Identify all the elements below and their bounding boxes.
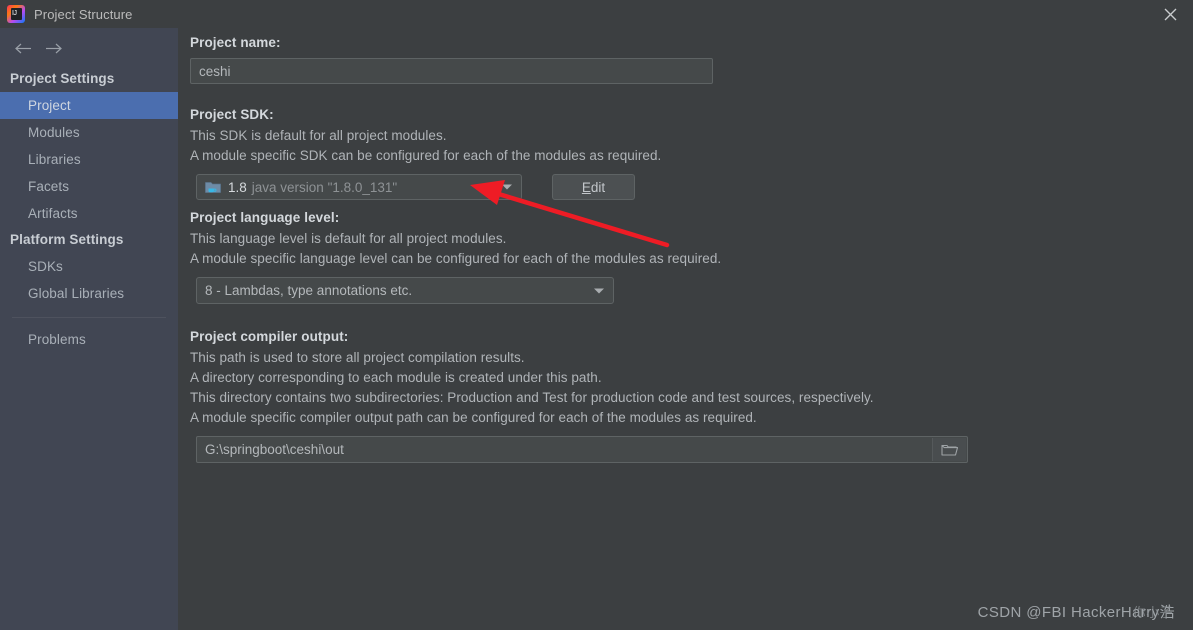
main-content: Project name: ceshi Project SDK: This SD… xyxy=(178,28,1193,630)
project-sdk-version: 1.8 xyxy=(228,179,247,195)
edit-sdk-button[interactable]: Edit xyxy=(552,174,635,200)
csdn-watermark: CSDN @FBI HackerHarry浩 你小子 xyxy=(978,601,1175,622)
sidebar-list: Project Settings Project Modules Librari… xyxy=(0,66,178,353)
project-structure-dialog: Project Structure xyxy=(0,0,1193,630)
sidebar-nav-arrows xyxy=(0,34,178,62)
intellij-idea-icon xyxy=(7,5,25,23)
project-sdk-description: java version "1.8.0_131" xyxy=(251,179,398,195)
language-level-combobox[interactable]: 8 - Lambdas, type annotations etc. xyxy=(196,277,614,304)
sidebar-group-project-settings: Project Settings xyxy=(10,71,115,86)
language-level-label: Project language level: xyxy=(190,210,340,225)
sidebar-item-sdks[interactable]: SDKs xyxy=(0,253,178,280)
project-sdk-combobox[interactable]: 1.8 java version "1.8.0_131" xyxy=(196,174,522,200)
window-title: Project Structure xyxy=(34,6,133,22)
sidebar-group-platform-settings: Platform Settings xyxy=(10,232,124,247)
chevron-down-icon[interactable] xyxy=(594,288,604,293)
arrow-right-icon[interactable] xyxy=(38,36,68,60)
compiler-output-desc-2: A directory corresponding to each module… xyxy=(190,370,602,385)
project-sdk-desc-1: This SDK is default for all project modu… xyxy=(190,128,447,143)
title-bar: Project Structure xyxy=(0,0,1193,28)
edit-button-rest: dit xyxy=(590,179,606,195)
compiler-output-desc-3: This directory contains two subdirectori… xyxy=(190,390,874,405)
sidebar: Project Settings Project Modules Librari… xyxy=(0,28,178,630)
close-icon[interactable] xyxy=(1147,0,1193,28)
edit-button-mnemonic: E xyxy=(581,179,591,195)
project-name-value: ceshi xyxy=(199,63,231,79)
sidebar-item-problems[interactable]: Problems xyxy=(0,326,178,353)
sidebar-item-global-libraries[interactable]: Global Libraries xyxy=(0,280,178,307)
compiler-output-path-input[interactable]: G:\springboot\ceshi\out xyxy=(196,436,968,463)
project-name-input[interactable]: ceshi xyxy=(190,58,713,84)
project-name-label: Project name: xyxy=(190,35,281,50)
watermark-overlay-text: 你小子 xyxy=(1132,605,1173,620)
sidebar-item-project[interactable]: Project xyxy=(0,92,178,119)
sidebar-item-facets[interactable]: Facets xyxy=(0,173,178,200)
project-sdk-label: Project SDK: xyxy=(190,107,274,122)
arrow-left-icon[interactable] xyxy=(8,36,38,60)
compiler-output-desc-1: This path is used to store all project c… xyxy=(190,350,525,365)
folder-browse-icon[interactable] xyxy=(932,438,966,461)
language-level-desc-2: A module specific language level can be … xyxy=(190,251,722,266)
language-level-value: 8 - Lambdas, type annotations etc. xyxy=(205,283,413,298)
compiler-output-desc-4: A module specific compiler output path c… xyxy=(190,410,757,425)
chevron-down-icon[interactable] xyxy=(502,184,512,190)
language-level-desc-1: This language level is default for all p… xyxy=(190,231,507,246)
sidebar-divider xyxy=(12,317,166,318)
java-sdk-folder-icon xyxy=(205,180,222,195)
sidebar-item-libraries[interactable]: Libraries xyxy=(0,146,178,173)
compiler-output-label: Project compiler output: xyxy=(190,329,349,344)
project-sdk-desc-2: A module specific SDK can be configured … xyxy=(190,148,662,163)
sidebar-item-artifacts[interactable]: Artifacts xyxy=(0,200,178,227)
sidebar-item-modules[interactable]: Modules xyxy=(0,119,178,146)
compiler-output-path-value: G:\springboot\ceshi\out xyxy=(205,442,344,457)
